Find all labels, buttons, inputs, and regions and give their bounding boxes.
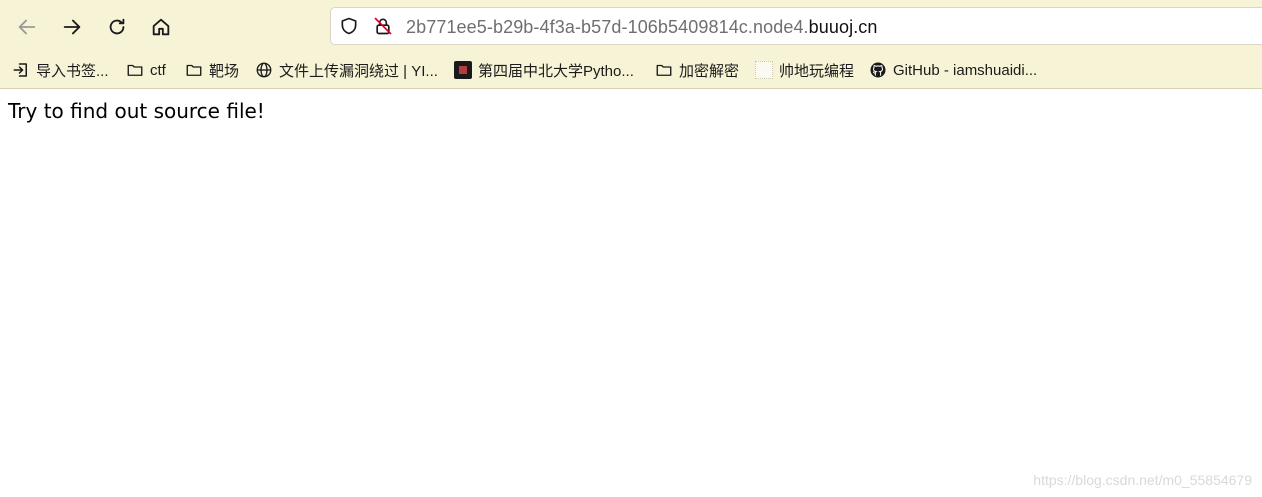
site-favicon xyxy=(454,61,472,79)
folder-icon xyxy=(655,61,673,79)
bookmark-folder-ctf[interactable]: ctf xyxy=(126,58,166,82)
forward-button[interactable] xyxy=(56,11,88,43)
bookmark-python-contest[interactable]: 第四届中北大学Pytho... xyxy=(454,58,634,82)
bookmark-label: 文件上传漏洞绕过 | YI... xyxy=(279,62,438,80)
bookmark-folder-target[interactable]: 靶场 xyxy=(185,58,239,82)
bookmark-label: 第四届中北大学Pytho... xyxy=(478,62,634,80)
globe-icon xyxy=(255,61,273,79)
bookmark-label: ctf xyxy=(150,61,166,79)
reload-icon xyxy=(109,18,125,35)
bookmarks-toolbar: 导入书签... ctf 靶场 文件上传漏洞绕过 | YI... 第四届中北大学P… xyxy=(0,52,1262,88)
github-icon xyxy=(869,61,887,79)
home-button[interactable] xyxy=(145,11,177,43)
folder-icon xyxy=(126,61,144,79)
site-favicon xyxy=(755,61,773,79)
bookmark-upload-bypass[interactable]: 文件上传漏洞绕过 | YI... xyxy=(255,58,438,82)
bookmark-import[interactable]: 导入书签... xyxy=(12,58,109,82)
browser-chrome: 2b771ee5-b29b-4f3a-b57d-106b5409814c.nod… xyxy=(0,0,1262,89)
shield-icon[interactable] xyxy=(339,16,359,36)
navigation-toolbar: 2b771ee5-b29b-4f3a-b57d-106b5409814c.nod… xyxy=(0,0,1262,52)
watermark: https://blog.csdn.net/m0_55854679 xyxy=(1033,472,1252,488)
url-domain: buuoj.cn xyxy=(808,17,878,37)
bookmark-folder-crypto[interactable]: 加密解密 xyxy=(655,58,739,82)
import-icon xyxy=(12,61,30,79)
url-text[interactable]: 2b771ee5-b29b-4f3a-b57d-106b5409814c.nod… xyxy=(406,17,878,38)
insecure-lock-icon[interactable] xyxy=(373,16,393,36)
back-button[interactable] xyxy=(11,11,43,43)
address-bar[interactable]: 2b771ee5-b29b-4f3a-b57d-106b5409814c.nod… xyxy=(330,7,1262,45)
home-icon xyxy=(152,18,170,36)
bookmark-label: 帅地玩编程 xyxy=(779,62,855,80)
bookmark-label: 加密解密 xyxy=(679,62,740,80)
arrow-left-icon xyxy=(18,19,36,35)
bookmark-shuaidi[interactable]: 帅地玩编程 xyxy=(755,58,854,82)
reload-button[interactable] xyxy=(101,11,133,43)
bookmark-label: 靶场 xyxy=(209,62,240,80)
bookmark-label: 导入书签... xyxy=(36,62,109,80)
bookmark-github[interactable]: GitHub - iamshuaidi... xyxy=(869,58,1037,82)
folder-icon xyxy=(185,61,203,79)
bookmark-label: GitHub - iamshuaidi... xyxy=(893,61,1038,79)
url-subdomain: 2b771ee5-b29b-4f3a-b57d-106b5409814c.nod… xyxy=(406,17,809,37)
page-message: Try to find out source file! xyxy=(8,99,265,123)
arrow-right-icon xyxy=(63,19,81,35)
